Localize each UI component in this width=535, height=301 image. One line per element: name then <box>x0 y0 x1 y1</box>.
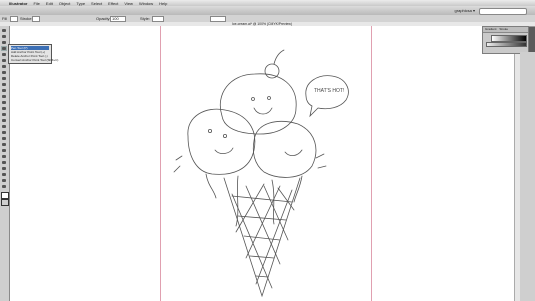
menu-type[interactable]: Type <box>76 1 85 6</box>
menu-select[interactable]: Select <box>91 1 102 6</box>
menu-file[interactable]: File <box>33 1 39 6</box>
ice-cream-sketch: THAT'S HOT! <box>173 49 349 298</box>
type-tool-icon[interactable] <box>1 52 7 57</box>
tools-panel <box>0 26 10 301</box>
rotate-tool-icon[interactable] <box>1 94 7 99</box>
speech-bubble-text: THAT'S HOT! <box>314 88 344 94</box>
flyout-convert-anchor-tool[interactable]: Convert Anchor Point Tool (Shift+C) <box>11 58 58 62</box>
stroke-label: Stroke <box>20 16 32 21</box>
tab-stroke[interactable]: Stroke <box>499 27 508 31</box>
magic-wand-tool-icon[interactable] <box>1 40 7 45</box>
free-transform-tool-icon[interactable] <box>1 112 7 117</box>
rectangle-tool-icon[interactable] <box>1 64 7 69</box>
graph-tool-icon[interactable] <box>1 160 7 165</box>
opacity-value: 100 <box>112 16 119 21</box>
pen-tool-flyout: Pen Tool (P) Add Anchor Point Tool (+) D… <box>8 44 58 64</box>
eraser-tool-icon[interactable] <box>1 88 7 93</box>
search-field[interactable] <box>479 8 527 15</box>
stroke-color-swatch[interactable] <box>1 199 9 206</box>
menu-window[interactable]: Window <box>139 1 153 6</box>
gradient-panel: Gradient Stroke <box>482 26 529 54</box>
blob-brush-tool-icon[interactable] <box>1 82 7 87</box>
eyedropper-tool-icon[interactable] <box>1 142 7 147</box>
hand-tool-icon[interactable] <box>1 178 7 183</box>
blend-tool-icon[interactable] <box>1 148 7 153</box>
pencil-tool-icon[interactable] <box>1 76 7 81</box>
gradient-swatch[interactable] <box>491 35 527 42</box>
gradient-slider[interactable] <box>486 42 527 47</box>
line-tool-icon[interactable] <box>1 58 7 63</box>
paintbrush-tool-icon[interactable] <box>1 70 7 75</box>
scale-tool-icon[interactable] <box>1 100 7 105</box>
document-canvas[interactable]: THAT'S HOT! <box>10 26 514 301</box>
gradient-tool-icon[interactable] <box>1 136 7 141</box>
collapsed-panels-dock <box>520 52 535 301</box>
fill-color-swatch[interactable] <box>1 192 9 199</box>
tab-gradient[interactable]: Gradient <box>485 27 497 31</box>
warp-tool-icon[interactable] <box>1 106 7 111</box>
style-label: Style: <box>140 16 151 21</box>
panel-tabs: Gradient Stroke <box>483 27 528 33</box>
menu-help[interactable]: Help <box>159 1 167 6</box>
shape-builder-tool-icon[interactable] <box>1 118 7 123</box>
artboard-tool-icon[interactable] <box>1 166 7 171</box>
selection-tool-icon[interactable] <box>1 28 7 33</box>
zoom-tool-icon[interactable] <box>1 184 7 189</box>
direct-selection-tool-icon[interactable] <box>1 34 7 39</box>
menu-view[interactable]: View <box>124 1 133 6</box>
menu-object[interactable]: Object <box>59 1 71 6</box>
fill-label: Fill <box>2 16 8 21</box>
menu-effect[interactable]: Effect <box>108 1 118 6</box>
symbol-sprayer-tool-icon[interactable] <box>1 154 7 159</box>
menu-edit[interactable]: Edit <box>46 1 53 6</box>
mesh-tool-icon[interactable] <box>1 130 7 135</box>
perspective-grid-tool-icon[interactable] <box>1 124 7 129</box>
opacity-label: Opacity: <box>96 16 111 21</box>
workspace-switcher[interactable]: graphicsa ▾ <box>455 8 475 13</box>
slice-tool-icon[interactable] <box>1 172 7 177</box>
menu-illustrator[interactable]: Illustrator <box>9 1 27 6</box>
pen-tool-icon[interactable] <box>1 46 7 51</box>
